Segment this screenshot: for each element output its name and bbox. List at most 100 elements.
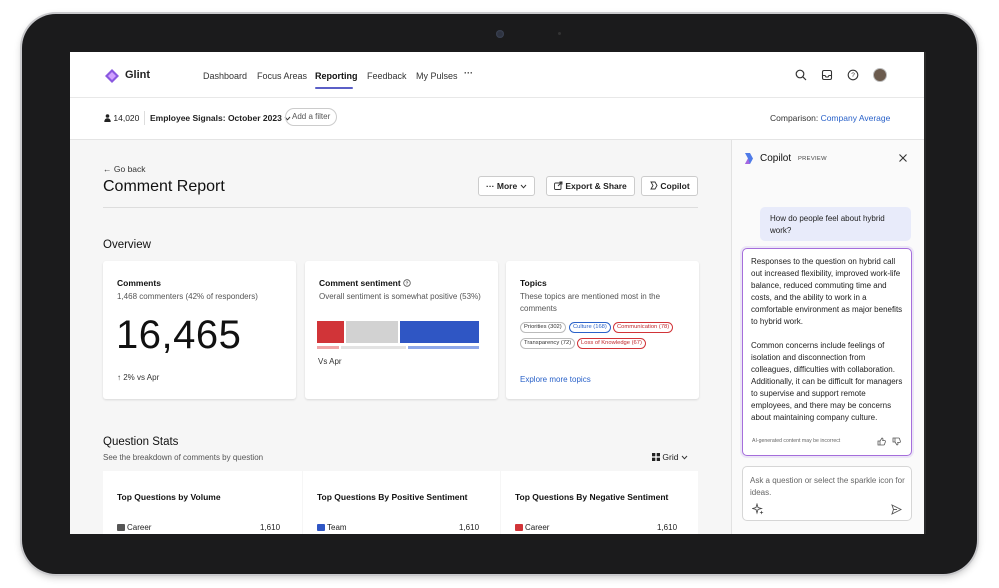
user-avatar[interactable] [873,68,887,82]
camera [496,30,504,38]
comparison-link[interactable]: Company Average [821,113,891,123]
send-icon[interactable] [891,504,902,515]
sentiment-bar-chart [317,321,479,351]
filter-divider [144,111,145,125]
nav-feedback[interactable]: Feedback [367,71,407,81]
copilot-icon [650,181,658,190]
nav-dashboard[interactable]: Dashboard [203,71,247,81]
ai-paragraph: Common concerns include feelings of isol… [751,341,903,422]
question-row-value: 1,610 [260,523,281,532]
ai-paragraph: Responses to the question on hybrid call… [751,257,903,326]
topics-card: Topics These topics are mentioned most i… [506,261,699,399]
question-card-title: Top Questions by Volume [117,492,221,502]
app-screen: Glint Dashboard Focus Areas Reporting Fe… [70,52,924,534]
close-icon[interactable] [897,152,909,164]
topic-chip-priorities[interactable]: Priorities (302) [520,322,566,333]
question-row-label[interactable]: Career [515,523,549,532]
topics-subtitle: These topics are mentioned most in the c… [520,292,661,313]
survey-name: Employee Signals: October 2023 [150,113,282,123]
more-label: More [496,181,518,191]
previous-sentiment-segment-neutral [341,346,406,349]
page-title: Comment Report [103,178,225,195]
copilot-label: Copilot [660,181,690,191]
copilot-title: Copilot [760,153,792,164]
svg-text:?: ? [406,281,409,287]
export-label: Export & Share [565,181,627,191]
question-row-value: 1,610 [459,523,480,532]
copilot-logo-icon [745,153,753,164]
comment-icon [515,524,523,531]
chevron-down-icon [520,184,526,189]
comparison-label: Comparison: [770,113,819,123]
topic-chip-transparency[interactable]: Transparency (72) [520,338,576,349]
question-row-value: 1,610 [657,523,678,532]
info-icon[interactable]: ? [403,279,411,287]
copilot-input-placeholder: Ask a question or select the sparkle ico… [750,476,905,497]
ai-disclaimer: AI-generated content may be incorrect [752,438,841,444]
nav-focus-areas[interactable]: Focus Areas [257,71,307,81]
sparkle-icon[interactable] [752,503,764,515]
question-card-volume: Top Questions by Volume Career 1,610 [103,471,302,534]
question-row-text: Career [127,523,152,532]
help-icon[interactable]: ? [846,68,860,82]
thumbs-down-icon[interactable] [892,437,901,446]
comments-card: Comments 1,468 commenters (42% of respon… [103,261,296,399]
sensor [558,32,561,35]
arrow-up-icon: ↑ [117,373,121,382]
sentiment-segment-neutral [345,321,398,343]
view-toggle[interactable]: Grid [652,452,688,462]
view-toggle-label: Grid [662,452,679,462]
comments-subtitle: 1,468 commenters (42% of responders) [117,292,258,301]
overview-title: Overview [103,239,151,251]
main-content: ← Go back Comment Report ··· More Export… [70,140,731,534]
people-count-value: 14,020 [113,113,140,123]
nav-my-pulses[interactable]: My Pulses [416,71,458,81]
thumbs-up-icon[interactable] [877,437,887,446]
sentiment-compare-label: Vs Apr [318,357,342,366]
ai-response: Responses to the question on hybrid call… [742,248,912,456]
question-row-text: Career [525,523,550,532]
copilot-button[interactable]: Copilot [641,176,698,196]
explore-topics-link[interactable]: Explore more topics [520,375,591,384]
arrow-left-icon: ← [103,164,112,174]
more-button[interactable]: ··· More [478,176,535,196]
sentiment-subtitle: Overall sentiment is somewhat positive (… [319,292,481,301]
topic-chip-communication[interactable]: Communication (78) [613,322,674,333]
question-stats-title: Question Stats [103,436,179,448]
screen-edge [924,52,926,534]
question-card-negative: Top Questions By Negative Sentiment Care… [501,471,698,534]
question-row-label[interactable]: Team [317,523,347,532]
copilot-panel: Copilot PREVIEW How do people feel about… [731,140,924,534]
comparison: Comparison: Company Average [770,113,890,123]
topic-chip-culture[interactable]: Culture (168) [569,322,611,333]
grid-icon [652,453,660,461]
question-card-positive: Top Questions By Positive Sentiment Team… [303,471,500,534]
copilot-input[interactable]: Ask a question or select the sparkle ico… [742,466,912,521]
nav-more-icon[interactable]: ··· [464,68,473,78]
question-row-label[interactable]: Career [117,523,151,532]
export-share-button[interactable]: Export & Share [546,176,635,196]
add-filter-button[interactable]: Add a filter [285,108,338,126]
delta-value: 2% vs Apr [123,373,160,382]
glint-logo-icon [105,69,119,83]
svg-text:?: ? [851,72,855,79]
chevron-down-icon [681,455,688,460]
sentiment-card: Comment sentiment ? Overall sentiment is… [305,261,498,399]
person-icon [104,114,111,122]
previous-sentiment-segment-negative [317,346,340,349]
nav-reporting[interactable]: Reporting [315,71,358,81]
comments-delta: ↑ 2% vs Apr [117,373,159,382]
question-card-title: Top Questions By Negative Sentiment [515,492,669,502]
comments-title: Comments [117,278,161,288]
survey-selector[interactable]: Employee Signals: October 2023 [150,113,291,123]
comment-icon [117,524,125,531]
topics-title: Topics [520,278,547,288]
search-icon[interactable] [794,68,808,82]
top-navigation: Glint Dashboard Focus Areas Reporting Fe… [70,52,924,98]
question-stats-subtitle: See the breakdown of comments by questio… [103,453,264,462]
brand-name[interactable]: Glint [125,69,150,81]
topic-chip-loss-of-knowledge[interactable]: Loss of Knowledge (67) [577,338,646,349]
share-icon [554,181,563,190]
go-back-link[interactable]: ← Go back [103,164,146,174]
inbox-icon[interactable] [820,68,834,82]
